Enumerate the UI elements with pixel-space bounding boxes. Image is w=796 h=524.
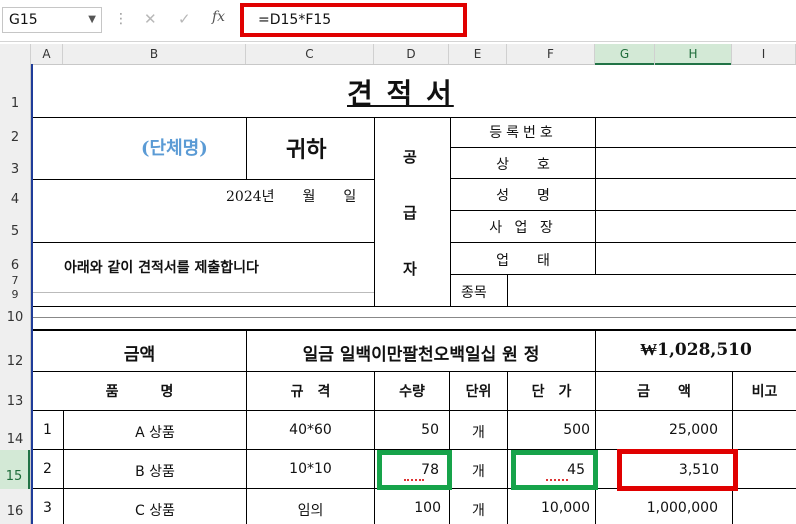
item-spec[interactable]: 40*60: [247, 422, 374, 438]
statement-text: 아래와 같이 견적서를 제출합니다: [64, 260, 259, 276]
item-product[interactable]: C 상품: [64, 500, 246, 520]
more-options-icon[interactable]: ⋮: [114, 11, 128, 27]
recipient-name: (단체명): [141, 138, 208, 159]
name-box-value: G15: [9, 12, 38, 28]
supplier-field-name: 성 명: [496, 188, 550, 204]
item-unit[interactable]: 개: [450, 422, 507, 442]
item-price[interactable]: 500: [508, 422, 590, 438]
item-no[interactable]: 2: [43, 461, 52, 477]
header-spec: 규 격: [290, 384, 331, 400]
column-header-e[interactable]: E: [449, 44, 507, 64]
supplier-field-address: 사 업 장: [489, 220, 557, 236]
column-header-i[interactable]: I: [732, 44, 796, 64]
select-all-corner[interactable]: [0, 44, 31, 64]
header-note: 비고: [751, 384, 778, 400]
column-headers: A B C D E F G H I: [0, 44, 796, 65]
column-header-d[interactable]: D: [374, 44, 449, 64]
row-header-7[interactable]: 7: [0, 274, 30, 287]
item-spec[interactable]: 10*10: [247, 461, 374, 477]
row-headers: 1 2 3 4 5 6 7 9 10 12 13 14 15 16: [0, 64, 31, 524]
worksheet[interactable]: 견 적 서 (단체명) 귀하 2024년 월 일 아래와 같이 견적서를 제출합…: [31, 64, 796, 524]
row-header-14[interactable]: 14: [0, 432, 30, 447]
amount-total: ₩1,028,510: [640, 340, 752, 360]
item-qty[interactable]: 50: [375, 422, 439, 438]
quote-title: 견 적 서: [347, 77, 454, 110]
quote-date: 2024년 월 일: [226, 189, 357, 205]
supplier-label-3: 자: [403, 260, 417, 278]
item-price: 45: [567, 462, 585, 478]
row-header-16[interactable]: 16: [0, 504, 30, 519]
item-amount: 3,510: [678, 462, 719, 478]
item-product[interactable]: A 상품: [64, 422, 246, 442]
formula-text: =D15*F15: [258, 12, 332, 28]
supplier-label-2: 급: [403, 204, 417, 222]
amount-label: 금액: [123, 345, 156, 365]
column-header-h[interactable]: H: [655, 44, 732, 65]
item-unit[interactable]: 개: [450, 461, 507, 481]
item-no[interactable]: 1: [43, 422, 52, 438]
column-header-h-label: H: [688, 47, 698, 61]
item-qty[interactable]: 100: [375, 500, 441, 516]
price-cell-highlight[interactable]: 45: [511, 450, 598, 490]
row-header-3[interactable]: 3: [0, 162, 30, 177]
item-qty: 78: [421, 462, 439, 478]
header-amount: 금 액: [637, 384, 691, 400]
supplier-field-company: 상 호: [496, 157, 550, 173]
formula-bar: G15 ▼ ⋮ ✕ ✓ fx =D15*F15: [0, 0, 796, 42]
amount-cell-selected[interactable]: 3,510: [617, 449, 738, 491]
row-header-12[interactable]: 12: [0, 354, 30, 369]
row-header-13[interactable]: 13: [0, 394, 30, 409]
error-mark: [404, 477, 424, 481]
column-header-a[interactable]: A: [31, 44, 63, 64]
supplier-label-1: 공: [403, 148, 417, 166]
row-header-10[interactable]: 10: [0, 310, 30, 325]
item-spec[interactable]: 임의: [247, 500, 374, 520]
error-mark: [546, 477, 568, 481]
qty-cell-highlight[interactable]: 78: [377, 450, 452, 490]
function-icon[interactable]: fx: [212, 9, 225, 25]
row-header-4[interactable]: 4: [0, 192, 30, 207]
row-header-2[interactable]: 2: [0, 130, 30, 145]
chevron-down-icon[interactable]: ▼: [88, 14, 96, 25]
item-no[interactable]: 3: [43, 500, 52, 516]
header-qty: 수량: [399, 384, 425, 400]
header-product: 품 명: [105, 384, 174, 400]
column-header-g-label: G: [619, 47, 630, 61]
column-header-g[interactable]: G: [595, 44, 655, 65]
amount-korean: 일금 일백이만팔천오백일십 원 정: [302, 345, 540, 365]
enter-icon[interactable]: ✓: [178, 10, 191, 28]
column-header-c[interactable]: C: [246, 44, 374, 64]
name-box[interactable]: G15 ▼: [2, 7, 102, 33]
column-header-f[interactable]: F: [507, 44, 595, 64]
row-header-15[interactable]: 15: [0, 450, 30, 489]
item-price[interactable]: 10,000: [508, 500, 590, 516]
formula-input[interactable]: =D15*F15: [240, 3, 467, 37]
recipient-suffix: 귀하: [286, 137, 327, 163]
row-header-1[interactable]: 1: [0, 96, 30, 111]
supplier-field-item-type: 종목: [461, 285, 487, 301]
item-product[interactable]: B 상품: [64, 461, 246, 481]
row-header-9[interactable]: 9: [0, 288, 30, 301]
header-price: 단 가: [531, 384, 572, 400]
item-amount[interactable]: 1,000,000: [596, 500, 718, 516]
item-unit[interactable]: 개: [450, 500, 507, 520]
column-header-b[interactable]: B: [63, 44, 246, 64]
row-header-6[interactable]: 6: [0, 258, 30, 273]
cancel-icon[interactable]: ✕: [144, 10, 157, 28]
header-unit: 단위: [465, 384, 492, 400]
item-amount[interactable]: 25,000: [596, 422, 718, 438]
supplier-field-business: 업 태: [496, 253, 550, 269]
row-header-5[interactable]: 5: [0, 224, 30, 239]
supplier-field-reg-no: 등록번호: [489, 125, 557, 141]
